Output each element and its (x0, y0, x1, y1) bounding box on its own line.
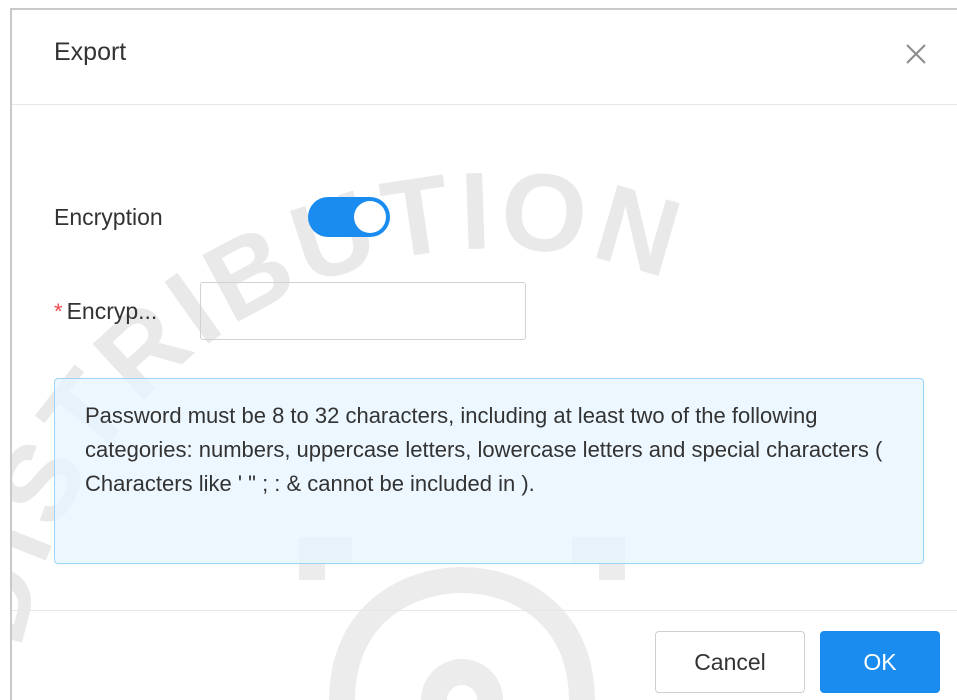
toggle-knob (354, 201, 386, 233)
password-label: Encryp... (66, 298, 158, 324)
encryption-toggle[interactable] (308, 197, 390, 237)
ok-button[interactable]: OK (820, 631, 940, 693)
encryption-label: Encryption (54, 204, 163, 230)
export-dialog: DISTRIBUTION Export Encryption *Encryp..… (10, 8, 957, 700)
camera-watermark-icon (299, 537, 625, 700)
required-mark: * (54, 299, 63, 324)
close-button[interactable] (900, 38, 932, 70)
password-tip: Password must be 8 to 32 characters, inc… (54, 378, 924, 564)
encryption-password-input[interactable] (200, 282, 526, 340)
watermark: DISTRIBUTION (12, 148, 693, 700)
cancel-button[interactable]: Cancel (655, 631, 805, 693)
dialog-header: Export (12, 10, 957, 105)
password-tip-text: Password must be 8 to 32 characters, inc… (85, 403, 883, 496)
close-icon (906, 44, 926, 64)
dialog-title: Export (54, 38, 127, 66)
password-label-row: * Encryp... (54, 298, 157, 325)
footer-divider (12, 610, 957, 611)
